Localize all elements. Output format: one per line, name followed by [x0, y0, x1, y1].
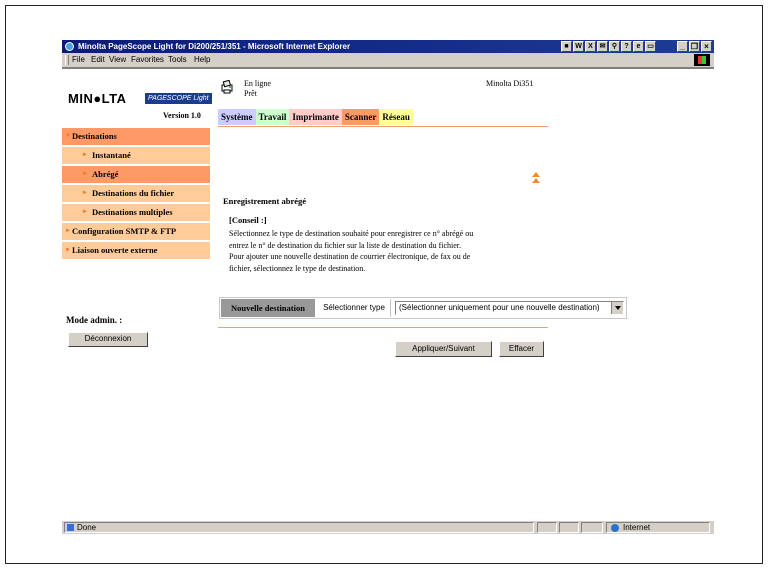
- menu-tools[interactable]: Tools: [168, 53, 187, 67]
- sidebar: ▼ Destinations ► Instantané ► Abrégé ► D…: [62, 128, 210, 261]
- tab-imprimante[interactable]: Imprimante: [289, 109, 342, 125]
- destination-type-select[interactable]: (Sélectionner uniquement pour une nouvel…: [395, 301, 624, 315]
- sidebar-item-liaison-externe[interactable]: ► Liaison ouverte externe: [62, 242, 210, 259]
- title-bar: Minolta PageScope Light for Di200/251/35…: [62, 40, 714, 53]
- search-icon[interactable]: ⚲: [609, 41, 620, 52]
- status-cell: [537, 522, 557, 533]
- sidebar-item-instantane[interactable]: ► Instantané: [62, 147, 210, 164]
- browser-window: Minolta PageScope Light for Di200/251/35…: [62, 40, 714, 534]
- tray-app-icon[interactable]: ■: [561, 41, 572, 52]
- chevron-down-icon[interactable]: [611, 302, 623, 314]
- menu-edit[interactable]: Edit: [91, 53, 105, 67]
- word-icon[interactable]: W: [573, 41, 584, 52]
- chevron-right-icon: ►: [82, 171, 88, 177]
- chevron-down-icon: ▼: [65, 133, 71, 139]
- sidebar-item-destinations[interactable]: ▼ Destinations: [62, 128, 210, 145]
- new-destination-row: Nouvelle destination Sélectionner type (…: [219, 297, 627, 319]
- clear-button[interactable]: Effacer: [499, 341, 544, 357]
- logout-button[interactable]: Déconnexion: [68, 332, 148, 347]
- tab-divider: [218, 126, 548, 127]
- mail-icon[interactable]: ✉: [597, 41, 608, 52]
- page-content: MIN●LTA PAGESCOPE Light Version 1.0 ▼ De…: [62, 68, 714, 521]
- status-done-text: Done: [77, 523, 97, 532]
- main-tabs: Système Travail Imprimante Scanner Résea…: [218, 109, 413, 125]
- close-icon[interactable]: ×: [701, 41, 712, 52]
- menu-bar: File Edit View Favorites Tools Help: [62, 53, 714, 68]
- status-bar: Done Internet: [62, 521, 714, 534]
- minolta-logo: MIN●LTA: [68, 91, 127, 106]
- desktop-icon[interactable]: ▭: [645, 41, 656, 52]
- sidebar-item-abrege[interactable]: ► Abrégé: [62, 166, 210, 183]
- page-title: Enregistrement abrégé: [223, 196, 307, 206]
- tab-systeme[interactable]: Système: [218, 109, 256, 125]
- sidebar-item-label: Abrégé: [92, 169, 119, 179]
- admin-mode-label: Mode admin. :: [66, 315, 123, 325]
- page-icon: [67, 524, 74, 531]
- menu-view[interactable]: View: [109, 53, 126, 67]
- new-destination-label: Nouvelle destination: [221, 299, 315, 317]
- menu-grip: [65, 55, 69, 65]
- sidebar-item-label: Destinations multiples: [92, 207, 173, 217]
- tab-scanner[interactable]: Scanner: [341, 109, 380, 125]
- form-divider: [218, 327, 548, 328]
- tip-line: entrez le n° de destination du fichier s…: [229, 240, 462, 250]
- status-cell: [581, 522, 603, 533]
- ie-icon: [65, 42, 74, 51]
- select-type-label: Sélectionner type: [318, 299, 391, 317]
- tip-title: [Conseil :]: [229, 215, 267, 225]
- status-text: Done: [64, 522, 534, 533]
- apply-next-button[interactable]: Appliquer/Suivant: [395, 341, 492, 357]
- select-value: (Sélectionner uniquement pour une nouvel…: [399, 303, 600, 312]
- printer-status-icon: [221, 80, 233, 94]
- chevron-right-icon: ►: [82, 209, 88, 215]
- chevron-right-icon: ►: [82, 152, 88, 158]
- sidebar-item-label: Destinations du fichier: [92, 188, 175, 198]
- zone-label: Internet: [623, 523, 651, 532]
- tip-line: Sélectionnez le type de destination souh…: [229, 229, 474, 238]
- chevron-right-icon: ►: [65, 228, 71, 234]
- tip-line: Pour ajouter une nouvelle destination de…: [229, 252, 471, 261]
- sidebar-item-label: Instantané: [92, 150, 131, 160]
- window-title: Minolta PageScope Light for Di200/251/35…: [78, 42, 351, 51]
- globe-icon: [611, 524, 619, 532]
- restore-icon[interactable]: ❐: [689, 41, 700, 52]
- sidebar-item-label: Configuration SMTP & FTP: [72, 226, 177, 236]
- device-model: Minolta Di351: [486, 79, 534, 88]
- windows-logo-icon: [694, 54, 710, 66]
- ie-launch-icon[interactable]: e: [633, 41, 644, 52]
- tab-reseau[interactable]: Réseau: [379, 109, 413, 125]
- window-controls: _ ❐ ×: [677, 41, 712, 52]
- tip-text: Sélectionnez le type de destination souh…: [229, 228, 539, 274]
- status-cell: [559, 522, 579, 533]
- status-online: En ligne: [244, 79, 271, 88]
- version-label: Version 1.0: [163, 111, 201, 120]
- page-top-icon[interactable]: [532, 172, 540, 184]
- pagescope-logo: PAGESCOPE Light: [145, 93, 212, 104]
- minimize-icon[interactable]: _: [677, 41, 688, 52]
- chevron-right-icon: ►: [82, 190, 88, 196]
- tip-line: fichier, sélectionnez le type de destina…: [229, 263, 366, 273]
- sidebar-item-label: Destinations: [72, 131, 117, 141]
- excel-icon[interactable]: X: [585, 41, 596, 52]
- menu-file[interactable]: File: [72, 53, 85, 67]
- menu-favorites[interactable]: Favorites: [131, 53, 164, 67]
- menu-help[interactable]: Help: [194, 53, 210, 67]
- sidebar-item-destinations-fichier[interactable]: ► Destinations du fichier: [62, 185, 210, 202]
- security-zone: Internet: [606, 522, 710, 533]
- taskbar-tray: ■ W X ✉ ⚲ ? e ▭: [561, 41, 656, 52]
- status-ready: Prêt: [244, 89, 257, 98]
- tab-travail[interactable]: Travail: [255, 109, 290, 125]
- printer-status-text: En ligne Prêt: [244, 79, 271, 99]
- find-icon[interactable]: ?: [621, 41, 632, 52]
- sidebar-item-smtp-ftp[interactable]: ► Configuration SMTP & FTP: [62, 223, 210, 240]
- chevron-right-icon: ►: [65, 247, 71, 253]
- sidebar-item-destinations-multiples[interactable]: ► Destinations multiples: [62, 204, 210, 221]
- logo-area: MIN●LTA PAGESCOPE Light Version 1.0: [62, 69, 212, 120]
- sidebar-item-label: Liaison ouverte externe: [72, 245, 158, 255]
